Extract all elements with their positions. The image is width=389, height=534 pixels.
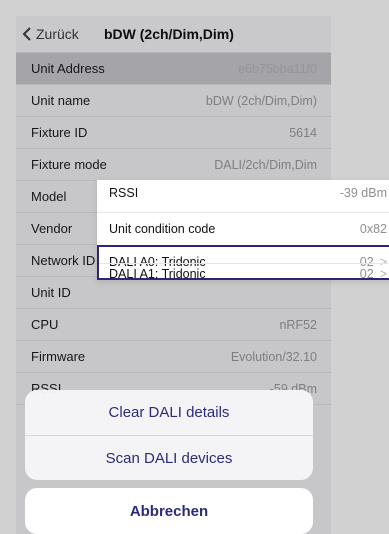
popover-value: 02	[359, 267, 374, 281]
scan-dali-devices-button[interactable]: Scan DALI devices	[25, 436, 313, 480]
popover-row-rssi: RSSI -39 dBm	[97, 181, 389, 205]
popover-value: -39 dBm	[339, 186, 387, 200]
popover-label: Unit condition code	[109, 222, 216, 236]
popover-label: DALI A1: Tridonic	[109, 267, 206, 281]
dali-info-popover: RSSI -39 dBm Unit condition code 0x82 DA…	[97, 180, 389, 281]
popover-row-unit-condition: Unit condition code 0x82	[97, 217, 389, 241]
popover-value: 0x82	[359, 222, 387, 236]
action-sheet: Clear DALI details Scan DALI devices	[25, 390, 313, 480]
divider	[97, 212, 389, 213]
chevron-right-icon: >	[379, 267, 387, 281]
cancel-button[interactable]: Abbrechen	[25, 488, 313, 534]
clear-dali-details-button[interactable]: Clear DALI details	[25, 390, 313, 435]
popover-label: RSSI	[109, 186, 139, 200]
popover-row-dali-a1[interactable]: DALI A1: Tridonic 02 >	[97, 262, 389, 286]
